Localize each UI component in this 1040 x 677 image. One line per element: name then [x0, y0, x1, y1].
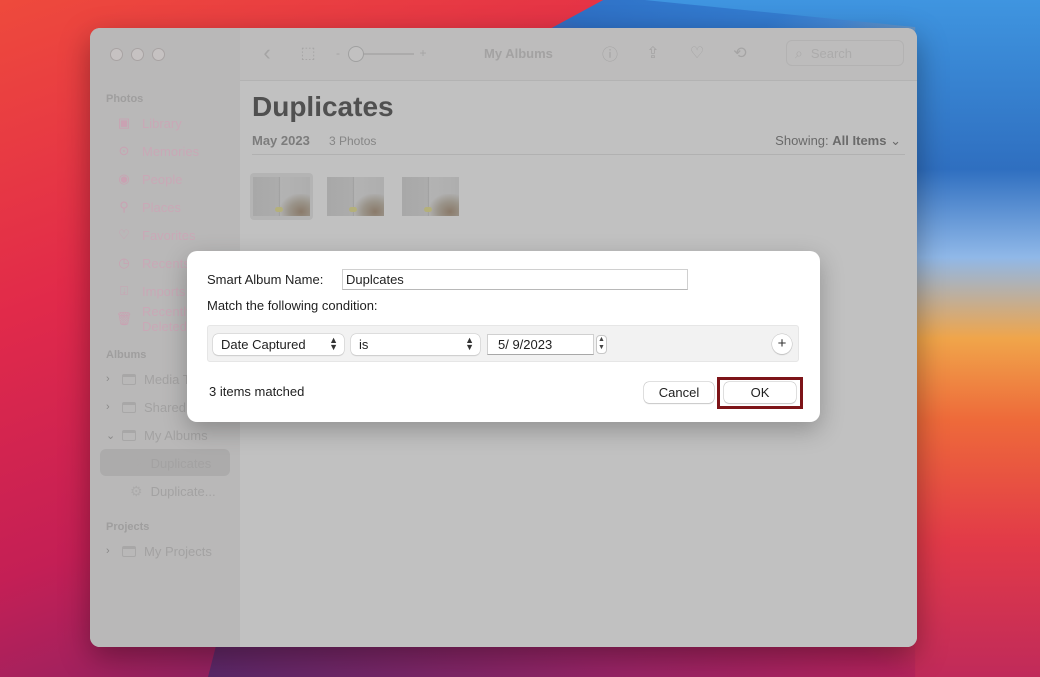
info-icon: ⓘ: [601, 47, 618, 64]
cancel-button[interactable]: Cancel: [644, 382, 714, 403]
photo-thumbnail[interactable]: [253, 177, 310, 216]
condition-label: Match the following condition:: [207, 298, 378, 313]
up-down-chevron-icon: ▲ ▼: [465, 335, 474, 352]
folder-icon: [122, 545, 136, 557]
favorite-button[interactable]: ♡: [687, 42, 707, 64]
share-icon: ⇪: [646, 45, 660, 62]
library-icon: ▣: [117, 115, 131, 130]
sidebar-item-my-albums[interactable]: ⌄ My Albums: [106, 423, 208, 447]
smart-album-gear-icon: ⚙: [130, 454, 143, 471]
smart-album-gear-icon: ⚙: [130, 482, 143, 499]
fit-icon: ⬚: [300, 45, 316, 62]
operator-select[interactable]: is ▲ ▼: [351, 334, 480, 355]
chevron-left-icon: ‹: [263, 40, 271, 65]
sidebar-item-places[interactable]: ⚲ Places: [116, 195, 181, 219]
smart-album-name-label: Smart Album Name:: [207, 272, 324, 287]
search-field[interactable]: ⌕ Search: [786, 40, 904, 66]
minimize-window-button[interactable]: [131, 48, 144, 61]
chevron-right-icon[interactable]: ›: [106, 401, 116, 413]
zoom-window-button[interactable]: [152, 48, 165, 61]
rotate-button[interactable]: ⟲: [730, 42, 750, 64]
chevron-right-icon[interactable]: ›: [106, 373, 116, 385]
smart-album-dialog: Smart Album Name: Match the following co…: [187, 251, 820, 422]
ok-button[interactable]: OK: [724, 382, 796, 403]
sidebar-item-my-projects[interactable]: › My Projects: [106, 539, 212, 563]
sidebar-item-duplicate-2[interactable]: ⚙ Duplicate...: [130, 479, 216, 503]
section-header-photos: Photos: [106, 93, 144, 105]
clock-icon: ◷: [118, 255, 130, 270]
folder-icon: [122, 373, 136, 385]
close-window-button[interactable]: [110, 48, 123, 61]
photo-thumbnail[interactable]: [327, 177, 384, 216]
smart-album-name-input[interactable]: [342, 269, 688, 290]
sidebar-item-recents[interactable]: ◷ Recents: [116, 251, 189, 275]
heart-icon: ♡: [118, 227, 130, 242]
add-condition-button[interactable]: +: [772, 334, 792, 354]
chevron-down-icon[interactable]: ⌄: [106, 429, 116, 442]
zoom-slider-track[interactable]: [356, 53, 414, 55]
search-placeholder: Search: [810, 45, 853, 61]
places-icon: ⚲: [119, 199, 129, 214]
album-title: Duplicates: [252, 91, 394, 122]
date-stepper[interactable]: ▲ ▼: [596, 335, 607, 354]
shared-folder-icon: [122, 401, 136, 413]
people-icon: ◉: [118, 171, 130, 186]
up-down-chevron-icon: ▲ ▼: [329, 335, 338, 352]
section-header-projects: Projects: [106, 521, 150, 533]
items-matched-text: 3 items matched: [209, 384, 305, 399]
trash-icon: 🗑: [115, 311, 133, 326]
sidebar-item-people[interactable]: ◉ People: [116, 167, 182, 191]
field-select[interactable]: Date Captured ▲ ▼: [213, 334, 344, 355]
zoom-slider-knob[interactable]: [348, 46, 364, 62]
window-controls: [110, 48, 165, 61]
import-icon: ⍗: [120, 283, 128, 298]
search-icon: ⌕: [795, 44, 803, 61]
sidebar-item-library[interactable]: ▣ Library: [116, 111, 182, 135]
back-button[interactable]: ‹: [258, 40, 276, 65]
album-date: May 2023: [252, 133, 310, 148]
date-input[interactable]: 5/ 9/2023: [487, 334, 594, 355]
zoom-out-label: -: [336, 46, 340, 60]
memories-icon: ⊙: [118, 143, 130, 158]
showing-filter-menu[interactable]: Showing: All Items ⌄: [775, 133, 901, 149]
photo-thumbnail[interactable]: [402, 177, 459, 216]
section-header-albums: Albums: [106, 349, 147, 361]
sidebar-item-favorites[interactable]: ♡ Favorites: [116, 223, 195, 247]
zoom-in-label: +: [419, 46, 427, 60]
info-button[interactable]: ⓘ: [600, 42, 620, 64]
rotate-icon: ⟲: [733, 45, 747, 62]
condition-row: Date Captured ▲ ▼ is ▲ ▼ 5/ 9/2023 ▲ ▼ +: [207, 325, 799, 362]
album-photo-count: 3 Photos: [329, 134, 377, 148]
divider: [252, 154, 905, 155]
sidebar-item-imports[interactable]: ⍗ Imports: [116, 279, 185, 303]
sidebar-item-memories[interactable]: ⊙ Memories: [116, 139, 200, 163]
toolbar-title: My Albums: [484, 46, 553, 61]
toolbar: ‹ ⬚ - + My Albums ⓘ ⇪ ♡ ⟲ ⌕ Search: [240, 28, 917, 81]
chevron-down-icon: ⌄: [890, 133, 901, 148]
slideshow-fit-button[interactable]: ⬚: [298, 42, 318, 64]
folder-icon: [122, 429, 136, 441]
share-button[interactable]: ⇪: [643, 42, 663, 64]
sidebar-item-duplicates[interactable]: ⚙ Duplicates: [130, 451, 211, 475]
heart-icon: ♡: [689, 45, 705, 62]
chevron-right-icon[interactable]: ›: [106, 545, 116, 557]
